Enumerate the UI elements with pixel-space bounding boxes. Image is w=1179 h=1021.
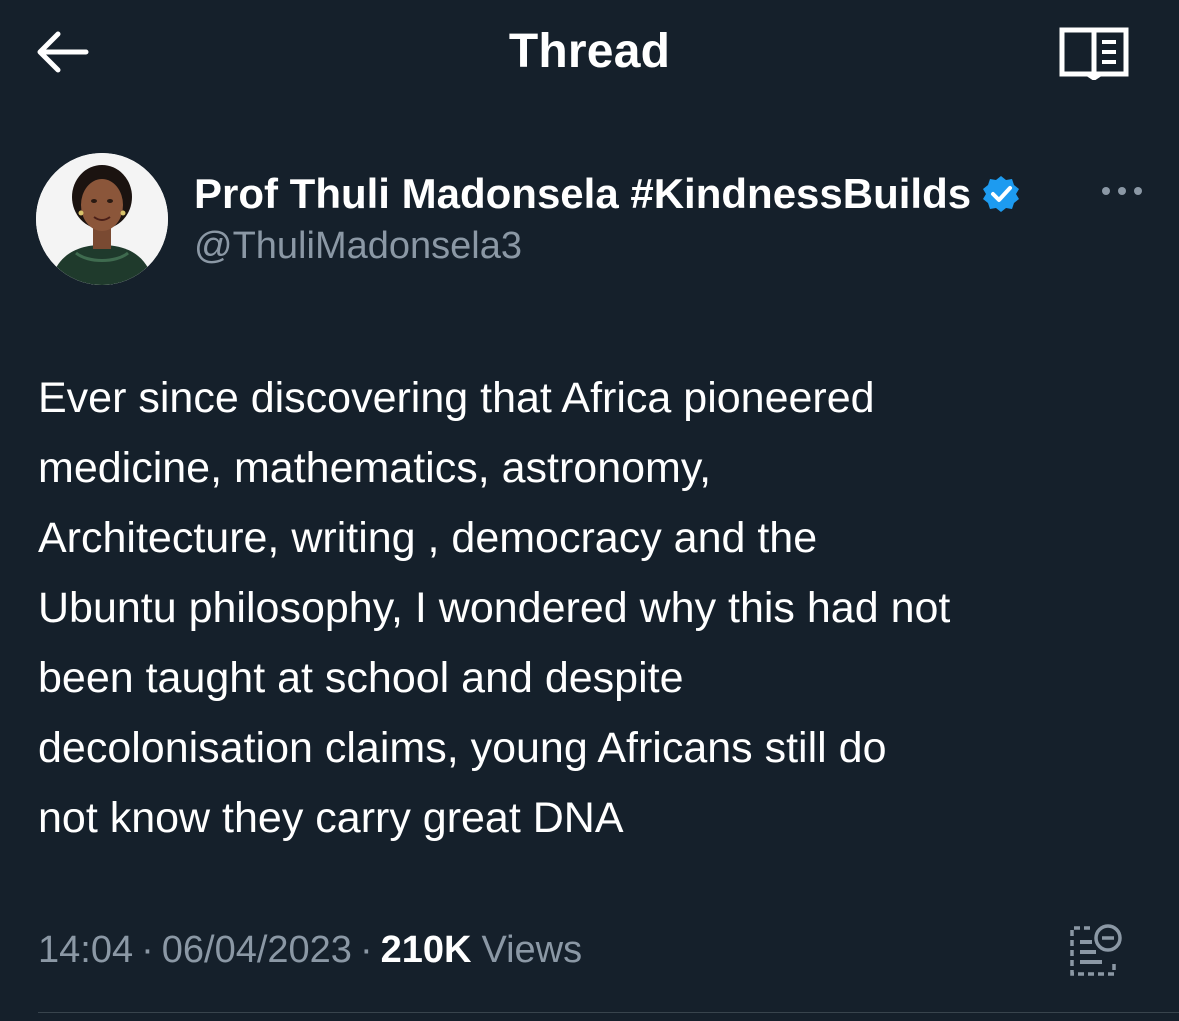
tweet-date[interactable]: 06/04/2023	[162, 929, 352, 972]
display-name: Prof Thuli Madonsela #KindnessBuilds	[194, 170, 972, 217]
view-analytics-button[interactable]	[1062, 920, 1126, 980]
profile-photo	[36, 153, 168, 285]
tweet-author: Prof Thuli Madonsela #KindnessBuilds @Th…	[36, 153, 1146, 288]
thread-screen: Thread Prof Thuli Madonsela #KindnessBui…	[0, 0, 1179, 1021]
tweet-meta: 14:04 · 06/04/2023 · 210K Views	[38, 922, 582, 978]
view-analytics-icon	[1070, 924, 1122, 976]
meta-separator: ·	[359, 928, 373, 971]
more-horizontal-icon	[1102, 187, 1142, 195]
reader-mode-button[interactable]	[1058, 26, 1130, 81]
book-open-icon	[1059, 27, 1129, 81]
verified-badge-icon	[983, 176, 1020, 212]
avatar[interactable]	[36, 153, 168, 285]
display-name-row[interactable]: Prof Thuli Madonsela #KindnessBuilds	[194, 167, 1021, 221]
meta-separator: ·	[141, 928, 154, 971]
more-options-button[interactable]	[1098, 179, 1146, 203]
page-title: Thread	[508, 25, 671, 78]
top-bar: Thread	[0, 0, 1179, 104]
tweet-text: Ever since discovering that Africa pione…	[38, 374, 951, 842]
user-handle[interactable]: @ThuliMadonsela3	[194, 225, 522, 268]
tweet-time[interactable]: 14:04	[38, 929, 133, 972]
views-count: 210K	[380, 928, 472, 971]
divider	[38, 1012, 1179, 1013]
views-label: Views	[481, 928, 583, 971]
